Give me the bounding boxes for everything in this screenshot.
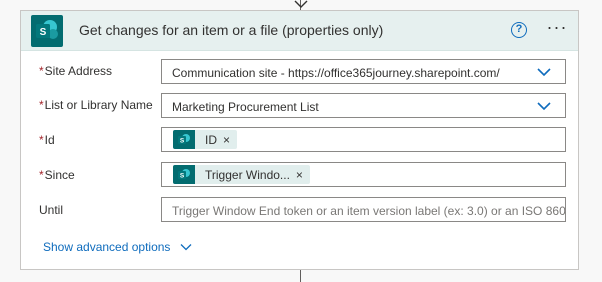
site-address-value: Communication site - https://office365jo… <box>172 66 500 80</box>
sharepoint-icon: S <box>31 15 63 47</box>
more-options-icon[interactable]: ··· <box>545 18 569 36</box>
required-marker: * <box>39 98 44 112</box>
chevron-down-icon[interactable] <box>537 101 551 111</box>
action-card-header[interactable]: S Get changes for an item or a file (pro… <box>21 11 578 51</box>
arrow-down-icon <box>294 0 308 8</box>
since-label: *Since <box>39 168 75 182</box>
since-token[interactable]: S Trigger Windo... × <box>173 165 310 184</box>
id-token[interactable]: S ID × <box>173 130 238 149</box>
required-marker: * <box>39 168 44 182</box>
svg-text:S: S <box>180 138 185 145</box>
required-marker: * <box>39 133 44 147</box>
sharepoint-icon: S <box>173 165 195 184</box>
site-address-label: *Site Address <box>39 64 113 78</box>
until-placeholder: Trigger Window End token or an item vers… <box>172 204 565 218</box>
list-name-value: Marketing Procurement List <box>172 100 319 114</box>
chevron-down-icon <box>180 244 192 251</box>
flow-connector-bottom <box>300 270 301 282</box>
show-advanced-options-link[interactable]: Show advanced options <box>43 240 192 254</box>
id-field[interactable]: S ID × <box>161 127 566 152</box>
until-label: Until <box>39 203 64 217</box>
list-name-label: *List or Library Name <box>39 98 153 112</box>
until-input[interactable]: Trigger Window End token or an item vers… <box>161 197 566 222</box>
list-name-dropdown[interactable]: Marketing Procurement List <box>161 93 566 118</box>
action-title: Get changes for an item or a file (prope… <box>79 22 384 38</box>
svg-text:S: S <box>180 173 185 180</box>
show-advanced-options-label: Show advanced options <box>43 240 171 254</box>
help-icon[interactable]: ? <box>511 22 527 38</box>
remove-token-icon[interactable]: × <box>296 168 310 182</box>
sharepoint-icon: S <box>173 130 195 149</box>
action-card: S Get changes for an item or a file (pro… <box>20 10 579 270</box>
chevron-down-icon[interactable] <box>537 67 551 77</box>
id-token-label: ID <box>205 132 217 147</box>
since-field[interactable]: S Trigger Windo... × <box>161 162 566 187</box>
svg-text:S: S <box>40 27 47 38</box>
required-marker: * <box>39 64 44 78</box>
remove-token-icon[interactable]: × <box>223 133 237 147</box>
site-address-dropdown[interactable]: Communication site - https://office365jo… <box>161 59 566 84</box>
since-token-label: Trigger Windo... <box>205 167 290 182</box>
id-label: *Id <box>39 133 55 147</box>
